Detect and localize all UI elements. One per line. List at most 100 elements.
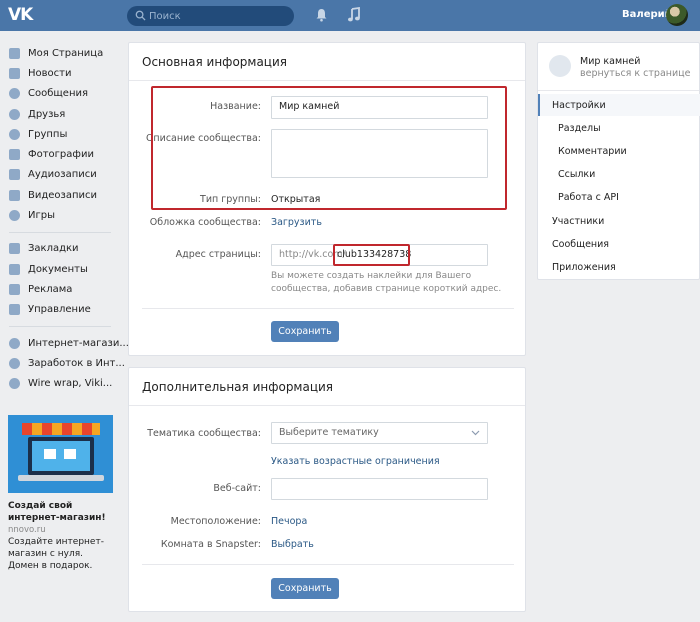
cover-label: Обложка сообщества:	[149, 217, 261, 228]
save-button[interactable]: Сохранить	[271, 578, 339, 599]
section-divider	[142, 308, 514, 309]
nav-label: Фотографии	[28, 149, 94, 161]
ad-title[interactable]: Создай свой интернет-магазин!	[8, 500, 113, 524]
menu-api[interactable]: Работа с API	[538, 186, 700, 208]
sidebar-ad[interactable]: Создай свой интернет-магазин! nnovo.ru С…	[8, 415, 113, 572]
nav-item-group-shop[interactable]: Интернет-магази...	[0, 333, 129, 353]
nav-label: Игры	[28, 210, 55, 222]
chat-icon	[9, 88, 20, 100]
menu-apps[interactable]: Приложения	[538, 256, 700, 278]
nav-label: Группы	[28, 128, 68, 140]
news-icon	[9, 67, 20, 79]
nav-item-group-earnings[interactable]: Заработок в Инт...	[0, 353, 125, 373]
megaphone-icon	[9, 283, 20, 295]
address-label: Адрес страницы:	[175, 249, 261, 260]
nav-divider	[9, 325, 111, 327]
nav-label: Сообщения	[28, 88, 89, 100]
highlight-address	[333, 244, 410, 266]
age-limits-link[interactable]: Указать возрастные ограничения	[271, 456, 440, 467]
cover-upload-link[interactable]: Загрузить	[271, 217, 322, 228]
nav-label: Новости	[28, 67, 72, 79]
nav-item-my-page[interactable]: Моя Страница	[0, 43, 120, 63]
nav-item-ads[interactable]: Реклама	[0, 279, 120, 299]
avatar[interactable]	[666, 4, 688, 26]
left-navigation: Моя Страница Новости Сообщения Друзья Гр…	[0, 43, 129, 394]
community-icon	[549, 55, 571, 77]
website-label: Веб-сайт:	[213, 483, 261, 494]
nav-label: Друзья	[28, 108, 66, 120]
ad-domain: nnovo.ru	[8, 525, 46, 535]
snapster-select-link[interactable]: Выбрать	[271, 539, 314, 550]
username[interactable]: Валерий	[622, 9, 672, 20]
nav-item-video[interactable]: Видеозаписи	[0, 185, 120, 205]
nav-label: Закладки	[28, 243, 79, 255]
nav-label: Документы	[28, 263, 88, 275]
nav-item-audio[interactable]: Аудиозаписи	[0, 165, 120, 185]
location-link[interactable]: Печора	[271, 516, 307, 527]
search-input[interactable]	[147, 6, 287, 26]
menu-sections[interactable]: Разделы	[538, 117, 700, 139]
gamepad-icon	[9, 210, 20, 222]
back-to-page[interactable]: Мир камней вернуться к странице	[538, 43, 699, 91]
ad-text: Создайте интернет-магазин с нуля. Домен …	[8, 537, 104, 571]
camera-icon	[9, 149, 20, 161]
search-box[interactable]	[127, 6, 294, 26]
topic-select[interactable]: Выберите тематику	[271, 422, 488, 444]
nav-label: Wire wrap, Viki...	[28, 378, 113, 390]
menu-messages[interactable]: Сообщения	[538, 233, 700, 255]
nav-item-news[interactable]: Новости	[0, 63, 120, 83]
nav-label: Моя Страница	[28, 47, 104, 59]
community-name[interactable]: Мир камней	[580, 56, 640, 67]
menu-comments[interactable]: Комментарии	[538, 140, 700, 162]
menu-members[interactable]: Участники	[538, 210, 700, 232]
document-icon	[9, 263, 20, 275]
nav-label: Аудиозаписи	[28, 169, 97, 181]
topic-selected: Выберите тематику	[279, 427, 379, 438]
people-icon	[9, 378, 20, 390]
address-hint: Вы можете создать наклейки для Вашего со…	[271, 271, 502, 294]
menu-links[interactable]: Ссылки	[538, 163, 700, 185]
settings-menu: Мир камней вернуться к странице Настройк…	[537, 42, 700, 280]
star-icon	[9, 243, 20, 255]
save-button[interactable]: Сохранить	[271, 321, 339, 342]
nav-item-bookmarks[interactable]: Закладки	[0, 239, 120, 259]
nav-label: Интернет-магази...	[28, 337, 129, 349]
menu-settings[interactable]: Настройки	[538, 94, 700, 116]
nav-label: Управление	[28, 304, 91, 316]
music-icon	[9, 169, 20, 181]
nav-label: Заработок в Инт...	[28, 357, 125, 369]
music-note-icon[interactable]	[347, 7, 361, 23]
nav-item-documents[interactable]: Документы	[0, 259, 120, 279]
nav-item-friends[interactable]: Друзья	[0, 104, 120, 124]
nav-label: Видеозаписи	[28, 189, 98, 201]
person-icon	[9, 108, 20, 120]
top-bar: VK Валерий	[0, 0, 700, 31]
nav-divider	[9, 231, 111, 233]
chart-icon	[9, 304, 20, 316]
extra-info-header: Дополнительная информация	[129, 368, 525, 406]
nav-label: Реклама	[28, 283, 73, 295]
people-icon	[9, 128, 20, 140]
nav-item-groups[interactable]: Группы	[0, 124, 120, 144]
vk-logo[interactable]: VK	[8, 6, 33, 25]
nav-item-group-wirewrap[interactable]: Wire wrap, Viki...	[0, 373, 120, 393]
ad-image[interactable]	[8, 415, 113, 493]
people-icon	[9, 337, 20, 349]
main-info-header: Основная информация	[129, 43, 525, 81]
home-icon	[9, 47, 20, 59]
nav-item-management[interactable]: Управление	[0, 300, 120, 320]
extra-info-panel: Дополнительная информация Тематика сообщ…	[128, 367, 526, 612]
section-divider	[142, 564, 514, 565]
location-label: Местоположение:	[170, 516, 261, 527]
highlight-main-fields	[151, 86, 507, 210]
chevron-down-icon	[471, 430, 480, 436]
video-icon	[9, 189, 20, 201]
website-input[interactable]	[271, 478, 488, 500]
nav-item-messages[interactable]: Сообщения	[0, 84, 120, 104]
topic-label: Тематика сообщества:	[147, 428, 261, 439]
back-link[interactable]: вернуться к странице	[580, 68, 690, 79]
people-icon	[9, 357, 20, 369]
nav-item-photos[interactable]: Фотографии	[0, 144, 120, 164]
nav-item-games[interactable]: Игры	[0, 205, 120, 225]
bell-icon[interactable]	[315, 8, 328, 22]
